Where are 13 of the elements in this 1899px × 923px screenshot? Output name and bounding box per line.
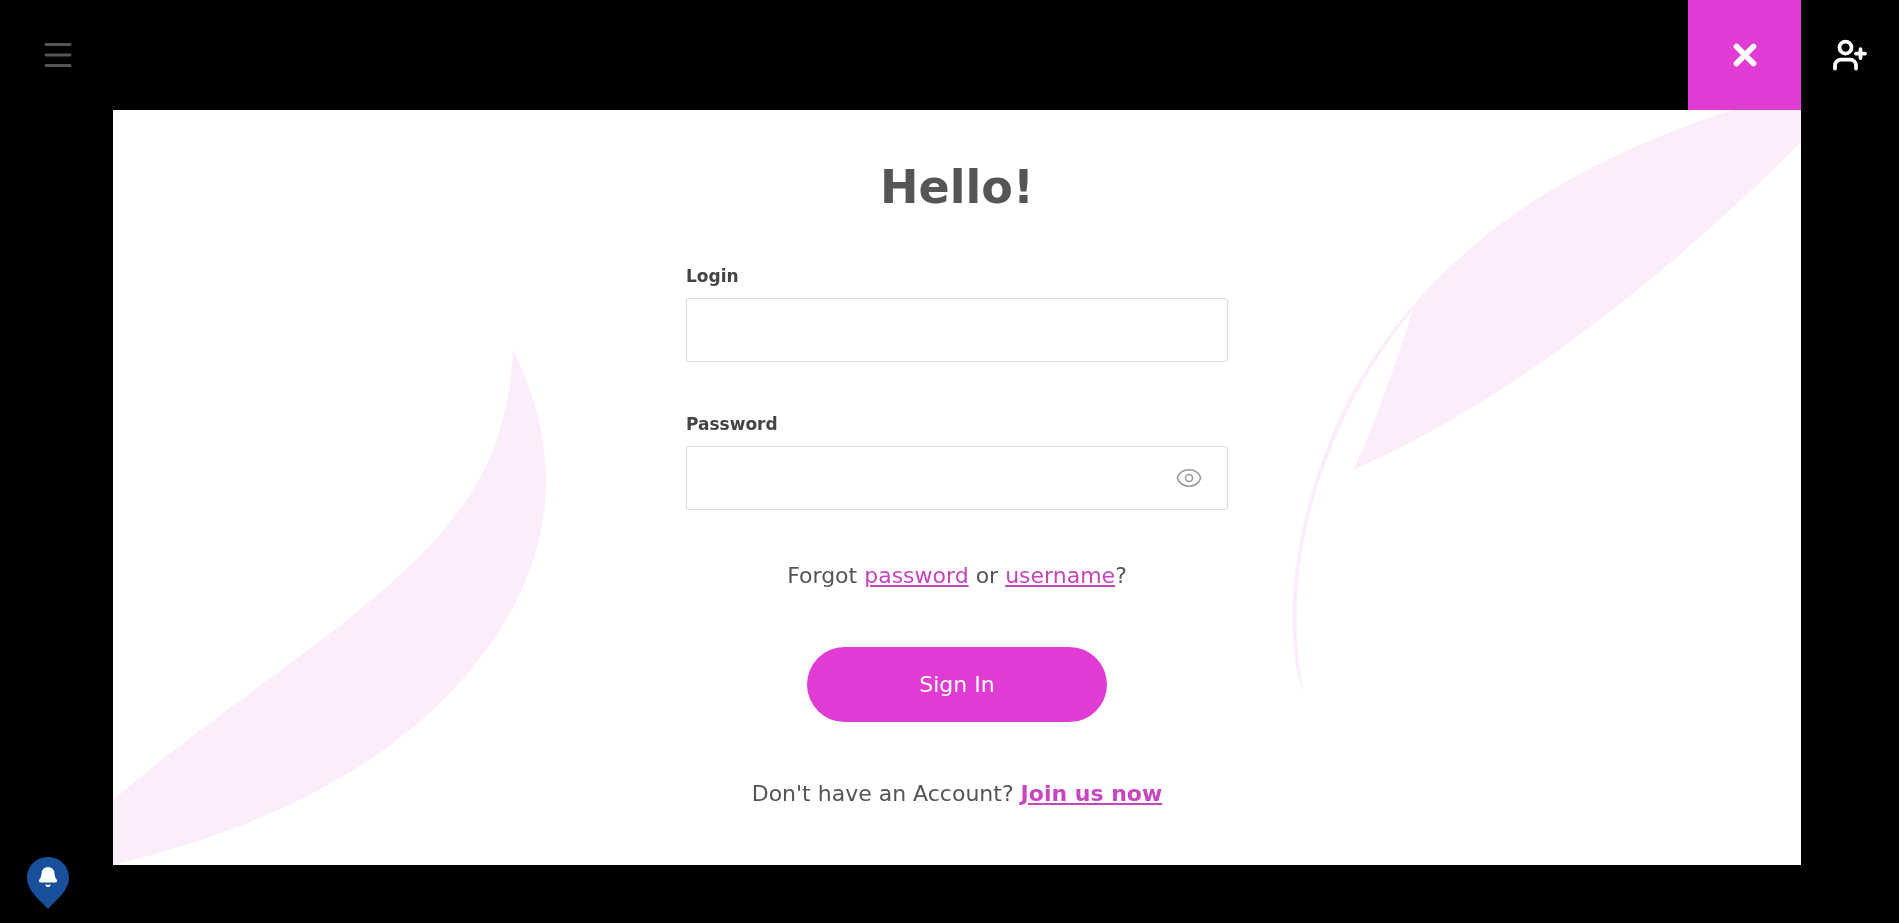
close-button[interactable] [1688,0,1801,110]
field-label: Password [686,414,779,434]
password-field[interactable] [686,446,1228,510]
login-field[interactable] [686,298,1228,362]
signup-text: Don't have an Account? Join us now [751,781,1163,806]
forgot-text: Forgot password or username? [787,563,1127,588]
notification-bell-icon[interactable] [25,855,71,911]
dialog-title: Hello! [880,160,1034,214]
password-link[interactable]: password [864,563,969,588]
username-link[interactable]: username [1005,563,1116,588]
sign-in-button[interactable]: Sign In [807,647,1107,722]
join-link[interactable]: Join us now [1020,781,1163,806]
field-label: Login [686,266,740,286]
